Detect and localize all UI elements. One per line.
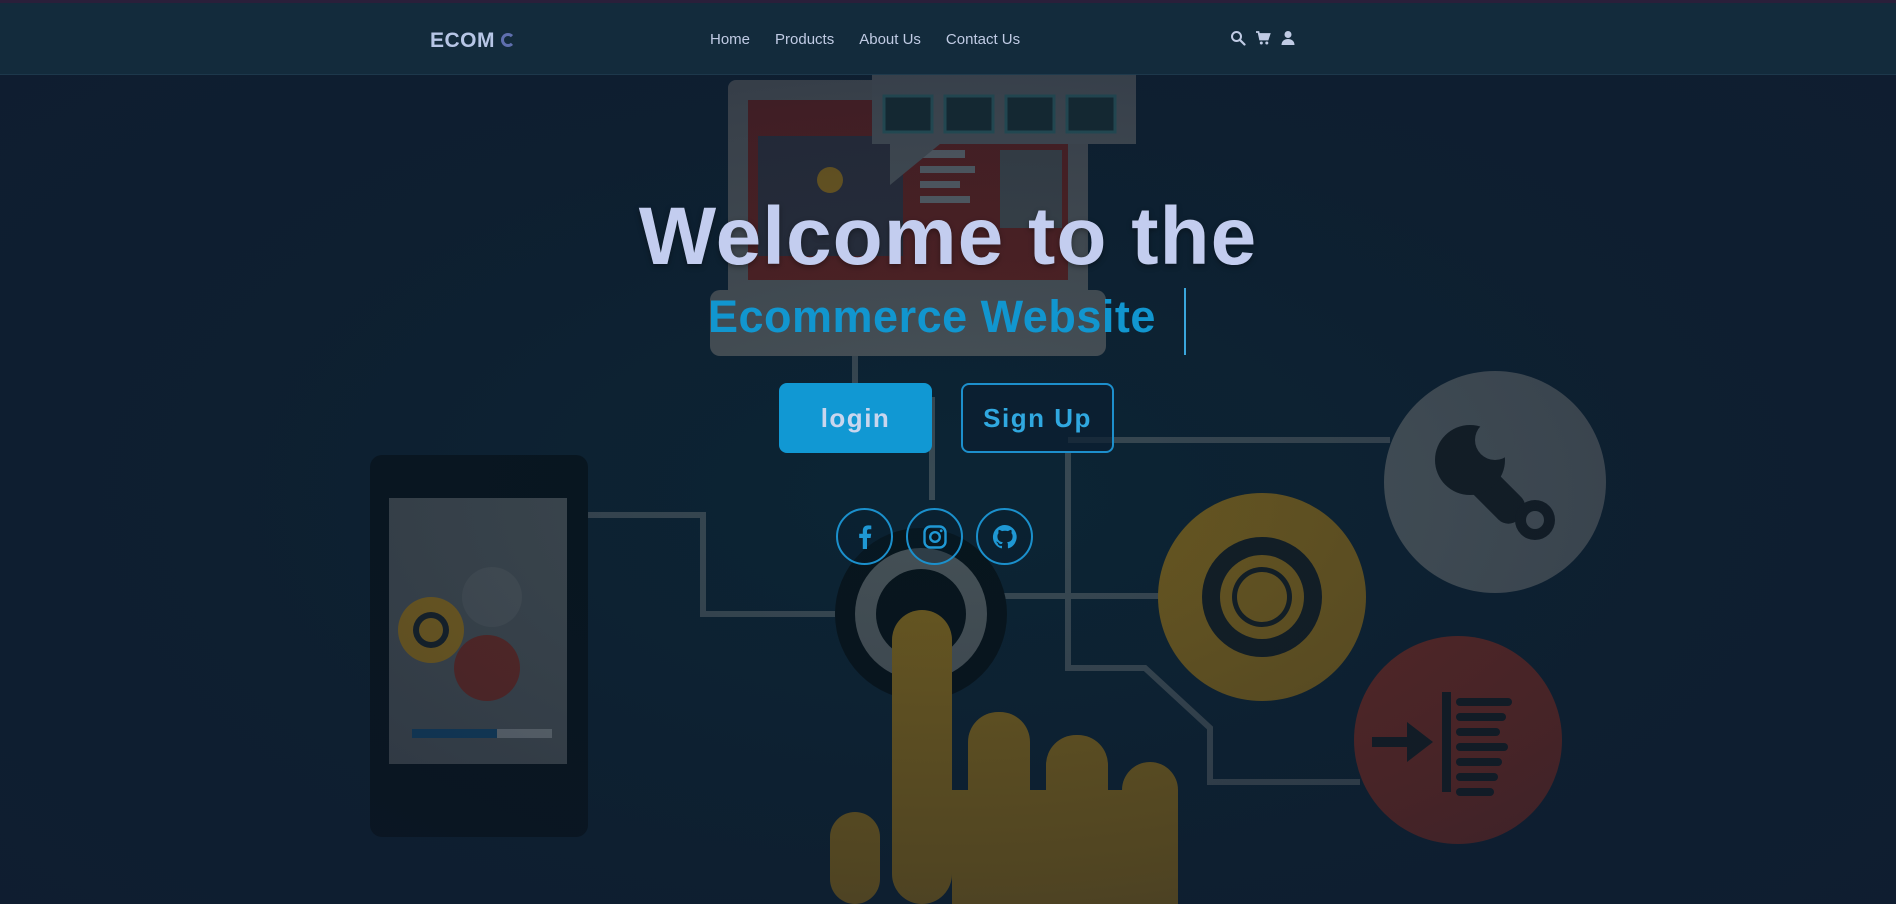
hero-title: Welcome to the — [638, 191, 1258, 282]
logo[interactable]: ECOM — [430, 29, 515, 53]
navbar: ECOM Home Products About Us Contact Us — [0, 3, 1896, 75]
instagram-link[interactable] — [906, 508, 963, 565]
signup-button[interactable]: Sign Up — [961, 383, 1114, 453]
instagram-icon — [920, 522, 950, 552]
nav-link-products[interactable]: Products — [775, 31, 834, 48]
nav-icons — [1230, 30, 1296, 46]
typing-caret — [1184, 288, 1186, 355]
user-icon[interactable] — [1280, 30, 1296, 46]
github-link[interactable] — [976, 508, 1033, 565]
facebook-link[interactable] — [836, 508, 893, 565]
nav-link-contact-us[interactable]: Contact Us — [946, 31, 1020, 48]
logo-mark-icon — [501, 33, 515, 47]
nav-link-home[interactable]: Home — [710, 31, 750, 48]
facebook-icon — [850, 522, 880, 552]
hero-subtitle: Ecommerce Website — [708, 291, 1156, 342]
search-icon[interactable] — [1230, 30, 1246, 46]
cart-icon[interactable] — [1255, 30, 1271, 46]
logo-text: ECOM — [430, 29, 495, 52]
background-overlay — [0, 0, 1896, 904]
github-icon — [990, 522, 1020, 552]
nav-link-about-us[interactable]: About Us — [859, 31, 921, 48]
social-links — [836, 508, 1033, 565]
login-button[interactable]: login — [779, 383, 932, 453]
nav-links: Home Products About Us Contact Us — [710, 31, 1020, 48]
